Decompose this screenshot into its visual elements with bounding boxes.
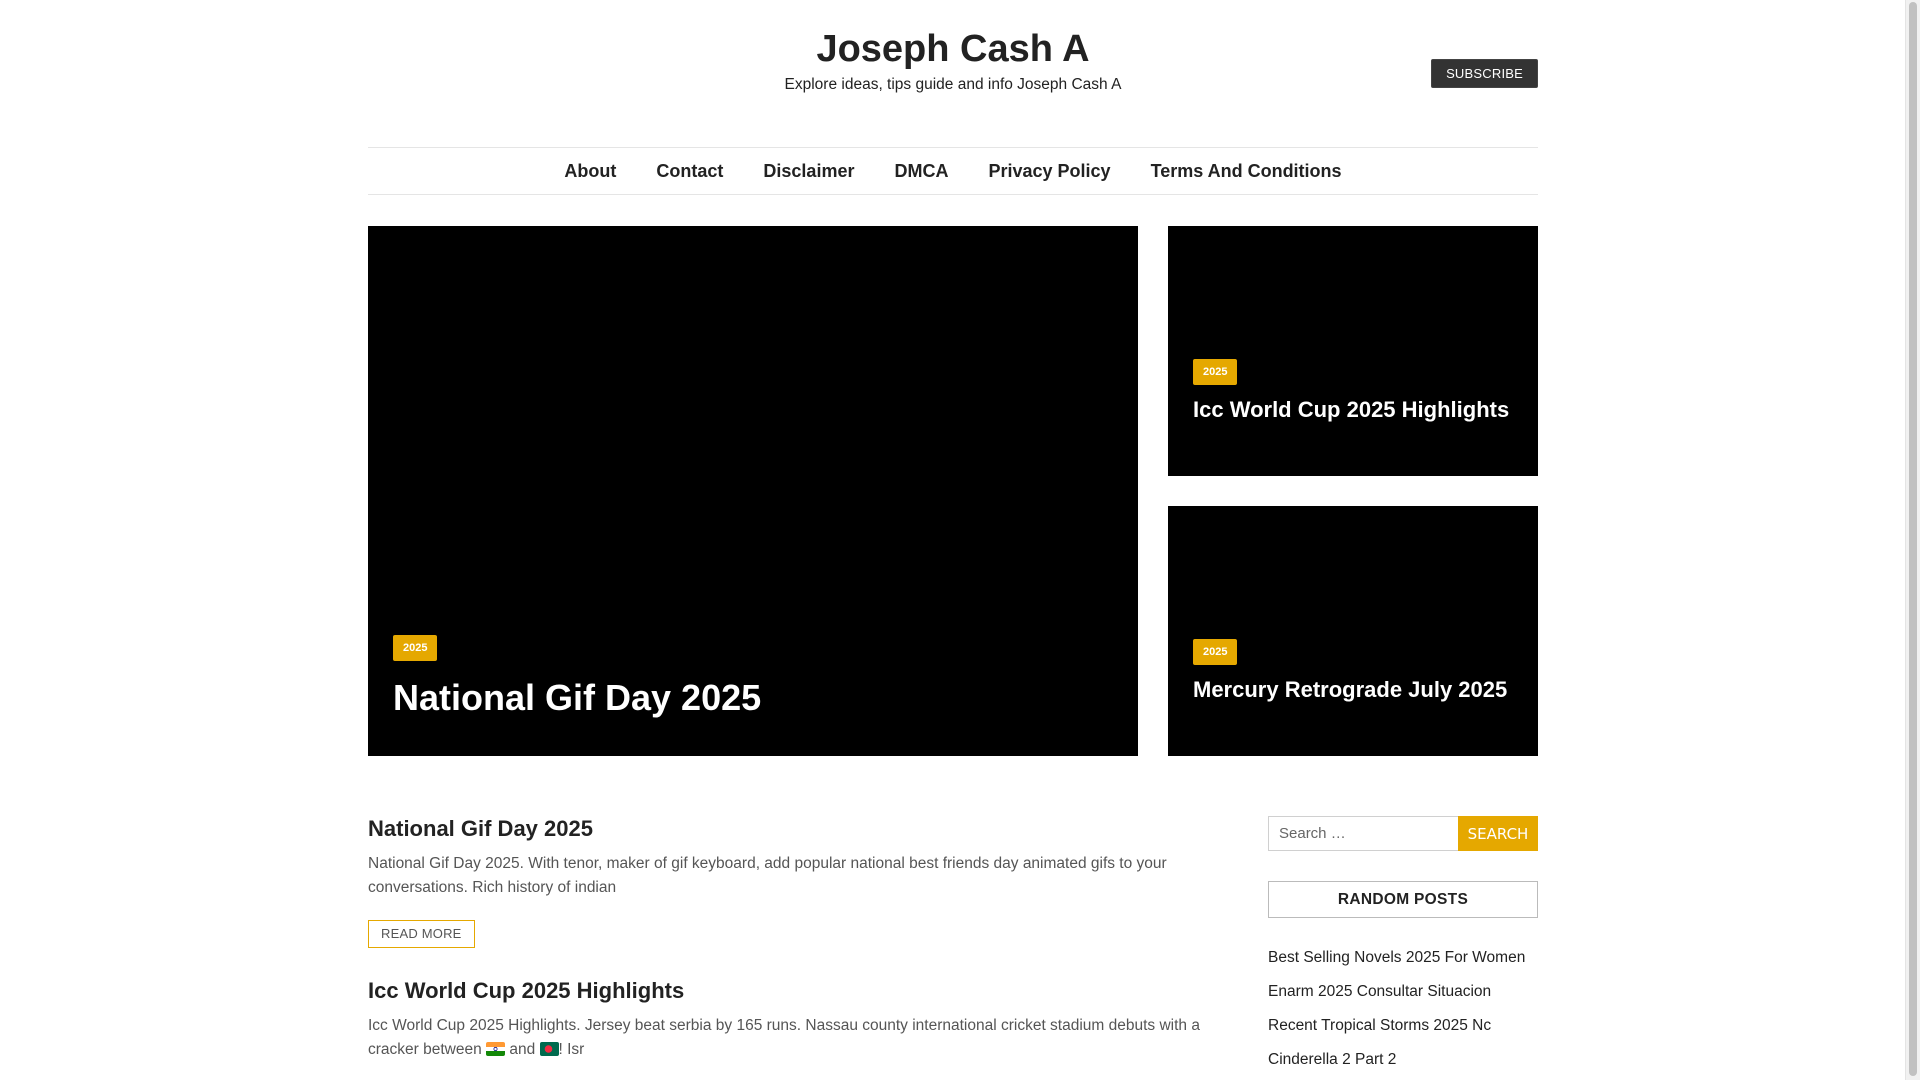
read-more-button[interactable]: READ MORE bbox=[368, 920, 475, 948]
excerpt-text: and bbox=[505, 1041, 540, 1058]
category-badge[interactable]: 2025 bbox=[1193, 639, 1238, 665]
post-title[interactable]: National Gif Day 2025 bbox=[368, 814, 1238, 844]
featured-main-title[interactable]: National Gif Day 2025 bbox=[393, 677, 761, 719]
bangladesh-flag-icon bbox=[539, 1042, 559, 1056]
random-post-link[interactable]: Best Selling Novels 2025 For Women bbox=[1268, 941, 1538, 975]
page-container: Joseph Cash A Explore ideas, tips guide … bbox=[368, 0, 1538, 1068]
nav-item-dmca[interactable]: DMCA bbox=[894, 161, 948, 182]
featured-side-title[interactable]: Icc World Cup 2025 Highlights bbox=[1193, 396, 1513, 423]
random-post-link[interactable]: Cinderella 2 Part 2 bbox=[1268, 1043, 1538, 1077]
search-input[interactable] bbox=[1268, 816, 1458, 851]
post-item: Icc World Cup 2025 Highlights Icc World … bbox=[368, 976, 1238, 1062]
nav-item-contact[interactable]: Contact bbox=[656, 161, 723, 182]
random-post-link[interactable]: Enarm 2025 Consultar Situacion bbox=[1268, 975, 1538, 1009]
featured-side-card[interactable]: 2025 Mercury Retrograde July 2025 bbox=[1168, 506, 1538, 756]
post-excerpt: Icc World Cup 2025 Highlights. Jersey be… bbox=[368, 1014, 1238, 1062]
post-item: National Gif Day 2025 National Gif Day 2… bbox=[368, 814, 1238, 948]
category-badge[interactable]: 2025 bbox=[1193, 359, 1238, 385]
nav-item-about[interactable]: About bbox=[564, 161, 616, 182]
random-posts-heading: RANDOM POSTS bbox=[1268, 881, 1538, 918]
nav-item-terms[interactable]: Terms And Conditions bbox=[1151, 161, 1342, 182]
site-title[interactable]: Joseph Cash A bbox=[368, 28, 1538, 71]
sidebar: SEARCH RANDOM POSTS Best Selling Novels … bbox=[1268, 816, 1538, 1077]
scrollbar-thumb[interactable] bbox=[1909, 2, 1917, 1076]
random-post-link[interactable]: Recent Tropical Storms 2025 Nc bbox=[1268, 1009, 1538, 1043]
post-excerpt: National Gif Day 2025. With tenor, maker… bbox=[368, 855, 1167, 896]
category-badge[interactable]: 2025 bbox=[393, 635, 438, 661]
nav-item-privacy-policy[interactable]: Privacy Policy bbox=[988, 161, 1110, 182]
featured-side-title[interactable]: Mercury Retrograde July 2025 bbox=[1193, 676, 1513, 703]
page-scrollbar[interactable] bbox=[1905, 0, 1920, 1080]
random-posts-list: Best Selling Novels 2025 For Women Enarm… bbox=[1268, 941, 1538, 1077]
main-navigation: About Contact Disclaimer DMCA Privacy Po… bbox=[368, 147, 1538, 195]
excerpt-text: ! Isr bbox=[558, 1041, 585, 1058]
nav-item-disclaimer[interactable]: Disclaimer bbox=[763, 161, 854, 182]
search-button[interactable]: SEARCH bbox=[1458, 816, 1538, 851]
india-flag-icon bbox=[486, 1042, 506, 1056]
featured-side-card[interactable]: 2025 Icc World Cup 2025 Highlights bbox=[1168, 226, 1538, 476]
post-title[interactable]: Icc World Cup 2025 Highlights bbox=[368, 976, 1238, 1006]
site-header: Joseph Cash A Explore ideas, tips guide … bbox=[368, 0, 1538, 148]
search-form: SEARCH bbox=[1268, 816, 1538, 851]
site-tagline: Explore ideas, tips guide and info Josep… bbox=[784, 76, 1122, 93]
subscribe-button[interactable]: SUBSCRIBE bbox=[1431, 59, 1538, 88]
featured-main-card[interactable]: 2025 National Gif Day 2025 bbox=[368, 226, 1138, 756]
